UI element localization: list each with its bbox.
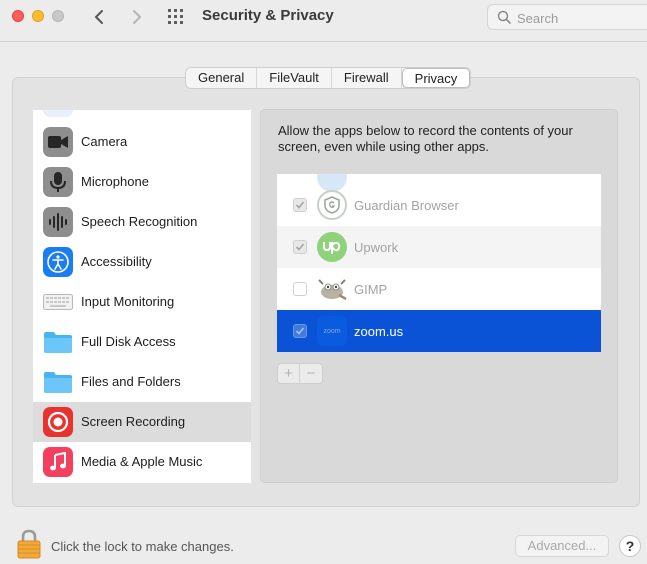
chevron-right-icon — [133, 10, 141, 24]
search-placeholder: Search — [517, 11, 559, 26]
waveform-icon — [43, 207, 73, 237]
close-window-button[interactable] — [12, 10, 24, 22]
upwork-icon — [317, 232, 347, 262]
chevron-left-icon — [95, 10, 103, 24]
help-button[interactable]: ? — [619, 535, 641, 557]
sidebar-item-files-and-folders[interactable]: Files and Folders — [33, 362, 251, 402]
lock-icon — [17, 529, 41, 559]
location-icon — [43, 110, 73, 117]
sidebar-item-label: Speech Recognition — [81, 214, 198, 229]
gimp-icon — [317, 274, 347, 304]
permission-description: Allow the apps below to record the conte… — [278, 123, 573, 154]
app-checkbox[interactable] — [293, 198, 307, 212]
lock-status-text: Click the lock to make changes. — [51, 539, 234, 554]
app-name: zoom.us — [354, 324, 404, 339]
minimize-window-button[interactable] — [32, 10, 44, 22]
sidebar-item-input-monitoring[interactable]: Input Monitoring — [33, 282, 251, 322]
title-bar: Security & Privacy Search — [0, 0, 647, 42]
add-app-button[interactable]: + — [278, 364, 300, 383]
tab-filevault[interactable]: FileVault — [257, 68, 332, 88]
sidebar-item-camera[interactable]: Camera — [33, 122, 251, 162]
app-row-zoom[interactable]: zoom zoom.us — [277, 310, 601, 352]
microphone-icon — [43, 167, 73, 197]
sidebar-item-full-disk-access[interactable]: Full Disk Access — [33, 322, 251, 362]
screen-recording-icon — [43, 407, 73, 437]
app-checkbox[interactable] — [293, 240, 307, 254]
sidebar-item-media-apple-music[interactable]: Media & Apple Music — [33, 442, 251, 482]
tab-general[interactable]: General — [186, 68, 258, 88]
privacy-category-list[interactable]: Camera Microphone Speech Recognition Acc… — [33, 110, 251, 483]
sidebar-item-microphone[interactable]: Microphone — [33, 162, 251, 202]
app-checkbox[interactable] — [293, 282, 307, 296]
app-row-guardian-browser[interactable]: Guardian Browser — [277, 184, 601, 226]
app-name: Upwork — [354, 240, 399, 255]
guardian-shield-icon — [317, 190, 347, 220]
sidebar-item-label: Input Monitoring — [81, 294, 175, 309]
sidebar-item-accessibility[interactable]: Accessibility — [33, 242, 251, 282]
forward-button[interactable] — [126, 6, 148, 28]
accessibility-icon — [43, 247, 73, 277]
app-name: Guardian Browser — [354, 198, 459, 213]
sidebar-item-label: Files and Folders — [81, 374, 181, 389]
search-field[interactable]: Search — [487, 4, 647, 30]
window-title: Security & Privacy — [202, 7, 334, 24]
checkmark-icon — [295, 327, 305, 335]
search-icon — [497, 10, 511, 24]
zoom-icon: zoom — [317, 316, 347, 346]
sidebar-item-speech-recognition[interactable]: Speech Recognition — [33, 202, 251, 242]
lock-button[interactable] — [17, 529, 41, 562]
keyboard-icon — [43, 287, 73, 317]
show-all-grid-button[interactable] — [166, 7, 188, 27]
app-name: GIMP — [354, 282, 388, 297]
folder-icon — [43, 367, 73, 397]
sidebar-item-screen-recording[interactable]: Screen Recording — [33, 402, 251, 442]
remove-app-button[interactable]: − — [300, 364, 322, 383]
tab-bar: General FileVault Firewall Privacy — [185, 67, 472, 89]
sidebar-item-label: Media & Apple Music — [81, 454, 203, 469]
folder-icon — [43, 327, 73, 357]
add-remove-control: + − — [277, 363, 323, 384]
checkmark-icon — [295, 201, 305, 209]
camera-icon — [43, 127, 73, 157]
sidebar-item-partial[interactable] — [33, 110, 251, 122]
sidebar-item-label: Microphone — [81, 174, 149, 189]
app-row-gimp[interactable]: GIMP — [277, 268, 601, 310]
checkmark-icon — [295, 243, 305, 251]
sidebar-item-label: Camera — [81, 134, 128, 149]
sidebar-item-label: Accessibility — [81, 254, 152, 269]
sidebar-item-label: Screen Recording — [81, 414, 186, 429]
zoom-window-button[interactable] — [52, 10, 64, 22]
sidebar-item-label: Full Disk Access — [81, 334, 176, 349]
back-button[interactable] — [88, 6, 110, 28]
tab-privacy[interactable]: Privacy — [401, 68, 471, 88]
app-permission-list[interactable]: Guardian Browser Upwork GIMP zoom zoom.u… — [277, 174, 601, 352]
tab-firewall[interactable]: Firewall — [332, 68, 402, 88]
app-checkbox[interactable] — [293, 324, 307, 338]
advanced-button[interactable]: Advanced... — [515, 535, 609, 557]
music-note-icon — [43, 447, 73, 477]
app-row-upwork[interactable]: Upwork — [277, 226, 601, 268]
